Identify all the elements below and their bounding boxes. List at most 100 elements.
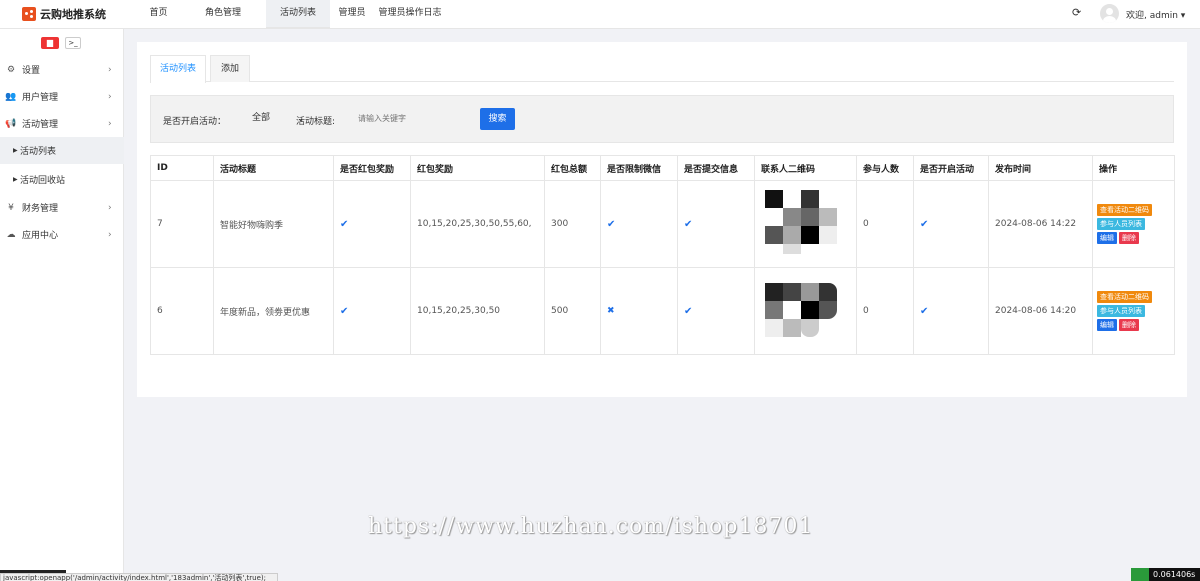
sidebar-item-activities[interactable]: 📢 活动管理 › <box>0 110 124 137</box>
cell-submit-info: ✔ <box>677 180 755 268</box>
column-header[interactable]: 联系人二维码 <box>754 155 857 181</box>
status-url: javascript:openapp('/admin/activity/inde… <box>0 573 278 581</box>
cell-qr <box>754 180 857 268</box>
chevron-down-icon: › <box>108 118 112 129</box>
cell-rewards: 10,15,20,25,30,50,55,60, <box>410 180 545 268</box>
cell-title: 智能好物嗨购季 <box>213 180 334 268</box>
nav-activity-list[interactable]: 活动列表 <box>266 0 330 29</box>
cell-time: 2024-08-06 14:20 <box>988 267 1093 355</box>
sidebar-subitem-activity-list[interactable]: ▶ 活动列表 <box>0 137 124 164</box>
contact-qr-image <box>763 188 837 260</box>
megaphone-icon: 📢 <box>5 118 17 129</box>
chevron-right-icon: › <box>108 202 112 213</box>
delete-button[interactable]: 删除 <box>1119 319 1139 331</box>
delete-button[interactable]: 删除 <box>1119 232 1139 244</box>
column-header[interactable]: 红包奖励 <box>410 155 545 181</box>
avatar[interactable] <box>1100 4 1119 23</box>
caret-right-icon: ▶ <box>13 147 18 154</box>
table-row: 6 年度新品，领劵更优惠 ✔ 10,15,20,25,30,50 500 ✖ ✔ <box>150 267 1175 355</box>
cell-participants: 0 <box>856 180 914 268</box>
caret-right-icon: ▶ <box>13 176 18 183</box>
cell-actions: 查看活动二维码 参与人员列表 编辑 删除 <box>1092 267 1175 355</box>
top-bar: 云购地推系统 首页 角色管理 活动列表 管理员 管理员操作日志 ⟳ 欢迎, ad… <box>0 0 1200 29</box>
members-list-button[interactable]: 参与人员列表 <box>1097 218 1145 230</box>
column-header[interactable]: 是否开启活动 <box>913 155 989 181</box>
welcome-user-menu[interactable]: 欢迎, admin ▾ <box>1126 8 1185 21</box>
cell-total: 500 <box>544 267 601 355</box>
view-qr-button[interactable]: 查看活动二维码 <box>1097 291 1152 303</box>
search-button[interactable]: 搜索 <box>480 108 515 130</box>
contact-qr-image <box>763 275 837 347</box>
tab-bar: 活动列表 添加 <box>150 55 1174 83</box>
column-header[interactable]: 参与人数 <box>856 155 914 181</box>
check-icon: ✔ <box>607 218 616 230</box>
sidebar-subitem-label: 活动回收站 <box>20 176 66 186</box>
title-filter-label: 活动标题: <box>296 117 336 127</box>
app-logo[interactable]: 云购地推系统 <box>22 6 106 22</box>
column-header[interactable]: 发布时间 <box>988 155 1093 181</box>
nav-roles[interactable]: 角色管理 <box>180 0 266 29</box>
edit-button[interactable]: 编辑 <box>1097 232 1117 244</box>
cell-enabled: ✔ <box>913 180 989 268</box>
open-filter-label: 是否开启活动： <box>163 117 227 127</box>
cell-total: 300 <box>544 180 601 268</box>
trash-icon[interactable]: ▆ <box>41 37 59 49</box>
cell-rewards: 10,15,20,25,30,50 <box>410 267 545 355</box>
sidebar-tools: ▆ >_ <box>41 37 81 49</box>
perf-indicator[interactable]: 0.061406s <box>1131 568 1200 581</box>
column-header[interactable]: 是否提交信息 <box>677 155 755 181</box>
app-title: 云购地推系统 <box>40 8 106 21</box>
title-search-input[interactable] <box>347 108 469 129</box>
table-row: 7 智能好物嗨购季 ✔ 10,15,20,25,30,50,55,60, 300… <box>150 180 1175 268</box>
sidebar: ▆ >_ ⚙ 设置 › 👥 用户管理 › 📢 活动管理 › ▶ 活动列表 ▶ 活… <box>0 29 124 581</box>
column-header[interactable]: 是否红包奖励 <box>333 155 411 181</box>
nav-admins[interactable]: 管理员 <box>330 0 374 29</box>
sidebar-item-settings[interactable]: ⚙ 设置 › <box>0 56 124 83</box>
nav-home[interactable]: 首页 <box>137 0 180 29</box>
users-icon: 👥 <box>5 91 17 102</box>
sidebar-item-label: 设置 <box>22 66 41 76</box>
sidebar-item-apps[interactable]: ☁ 应用中心 › <box>0 221 124 248</box>
yen-icon: ¥ <box>8 202 14 213</box>
cell-id: 6 <box>150 267 214 355</box>
terminal-button[interactable]: >_ <box>65 37 81 49</box>
sidebar-item-label: 活动管理 <box>22 120 59 130</box>
search-bar: 是否开启活动： 全部 ⌄ 活动标题: 搜索 <box>150 95 1174 143</box>
cross-icon: ✖ <box>607 306 615 316</box>
content-panel: 活动列表 添加 是否开启活动： 全部 ⌄ 活动标题: 搜索 ID 活动标题 是否… <box>137 42 1187 397</box>
column-header[interactable]: 红包总额 <box>544 155 601 181</box>
tab-add[interactable]: 添加 <box>210 55 250 82</box>
view-qr-button[interactable]: 查看活动二维码 <box>1097 204 1152 216</box>
sidebar-subitem-activity-recycle[interactable]: ▶ 活动回收站 <box>0 166 124 193</box>
cell-enabled: ✔ <box>913 267 989 355</box>
cell-limit-wechat: ✖ <box>600 267 678 355</box>
cell-qr <box>754 267 857 355</box>
cloud-icon: ☁ <box>6 229 16 240</box>
chevron-right-icon: › <box>108 64 112 75</box>
column-header[interactable]: ID <box>150 155 214 181</box>
nav-admin-log[interactable]: 管理员操作日志 <box>374 0 446 29</box>
chevron-right-icon: › <box>108 91 112 102</box>
cell-submit-info: ✔ <box>677 267 755 355</box>
check-icon: ✔ <box>340 218 349 230</box>
column-header[interactable]: 活动标题 <box>213 155 334 181</box>
check-icon: ✔ <box>684 305 693 317</box>
sidebar-item-label: 财务管理 <box>22 204 59 214</box>
column-header[interactable]: 操作 <box>1092 155 1175 181</box>
check-icon: ✔ <box>684 218 693 230</box>
tab-activity-list[interactable]: 活动列表 <box>150 55 206 83</box>
sidebar-item-finance[interactable]: ¥ 财务管理 › <box>0 194 124 221</box>
cell-time: 2024-08-06 14:22 <box>988 180 1093 268</box>
watermark-text: https://www.huzhan.com/ishop18701 <box>368 514 814 539</box>
cell-red-packet: ✔ <box>333 180 411 268</box>
members-list-button[interactable]: 参与人员列表 <box>1097 305 1145 317</box>
cell-limit-wechat: ✔ <box>600 180 678 268</box>
sidebar-item-users[interactable]: 👥 用户管理 › <box>0 83 124 110</box>
edit-button[interactable]: 编辑 <box>1097 319 1117 331</box>
sidebar-item-label: 应用中心 <box>22 231 59 241</box>
cell-actions: 查看活动二维码 参与人员列表 编辑 删除 <box>1092 180 1175 268</box>
sidebar-subitem-label: 活动列表 <box>20 147 57 157</box>
column-header[interactable]: 是否限制微信 <box>600 155 678 181</box>
check-icon: ✔ <box>920 218 929 230</box>
refresh-icon[interactable]: ⟳ <box>1072 7 1084 19</box>
